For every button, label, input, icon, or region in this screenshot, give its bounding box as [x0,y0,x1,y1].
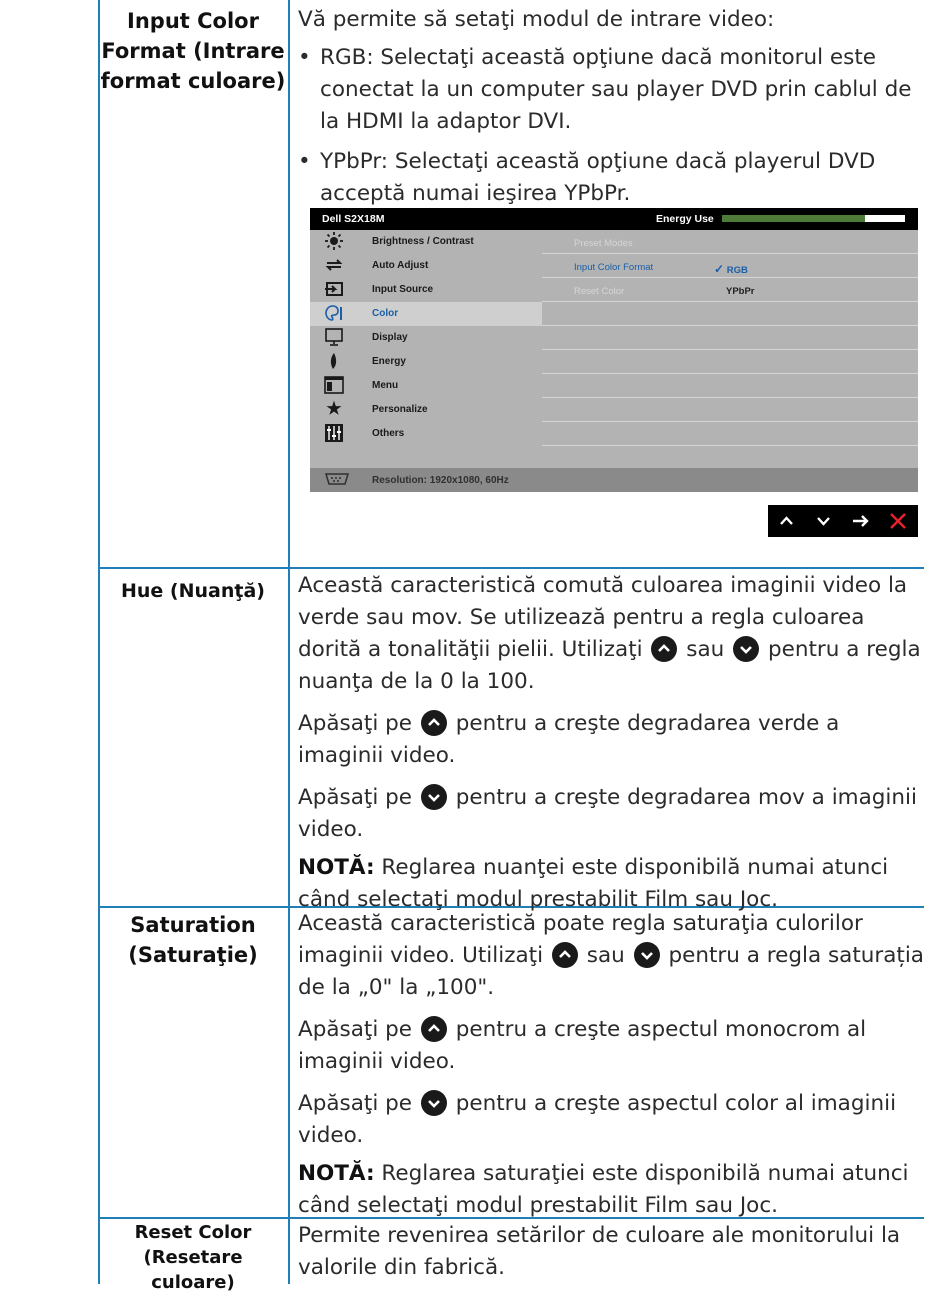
energy-use-label: Energy Use [656,213,714,225]
row-label-input-color-format: Input Color Format (Intrare format culoa… [100,9,286,93]
energy-use-bar [722,215,905,222]
vga-connector-icon [324,472,350,489]
osd-main-menu: Brightness / Contrast Auto Adjust Input … [310,230,542,468]
down-circle-icon [420,1090,447,1116]
sliders-icon [324,423,344,443]
right-button[interactable] [842,505,879,537]
row-label-hue: Hue (Nuanţă) [121,580,265,602]
monitor-icon [324,327,344,347]
color-palette-icon [324,303,344,323]
hue-paragraph-3: Apăsaţi pe pentru a creşte degradarea mo… [298,784,917,842]
saturation-paragraph-1: Această caracteristică poate regla satur… [298,911,924,1000]
input-source-icon [324,279,344,299]
osd-nav-buttons [768,505,918,537]
close-button[interactable] [879,505,916,537]
submenu-value-ypbpr[interactable]: YPbPr [726,286,755,297]
submenu-row-empty [542,398,918,422]
osd-model-name: Dell S2X18M [322,213,385,225]
up-circle-icon [651,636,678,662]
hue-note: NOTĂ: Reglarea nuanţei este disponibilă … [298,855,889,912]
intro-text: Vă permite să setaţi modul de intrare vi… [298,7,775,32]
menu-item-input-source[interactable]: Input Source [310,278,542,302]
up-circle-icon [420,1016,447,1042]
down-icon [817,517,830,526]
saturation-paragraph-2: Apăsaţi pe pentru a creşte aspectul mono… [298,1016,867,1074]
menu-item-brightness-contrast[interactable]: Brightness / Contrast [310,230,542,254]
table-column-divider [288,0,290,1284]
up-circle-icon [420,710,447,736]
saturation-note: NOTĂ: Reglarea saturaţiei este disponibi… [298,1161,909,1218]
right-arrow-icon [853,515,869,527]
up-circle-icon [551,942,578,968]
osd-header: Dell S2X18M Energy Use [310,208,918,230]
table-left-border [98,0,100,1284]
hue-paragraph-1: Această caracteristică comută culoarea i… [298,573,921,694]
menu-item-others[interactable]: Others [310,422,542,446]
down-circle-icon [733,636,760,662]
submenu-row-empty [542,326,918,350]
sun-icon [324,231,344,251]
energy-bar-fill [864,215,905,222]
resolution-text: Resolution: 1920x1080, 60Hz [372,475,509,486]
osd-menu-image: Dell S2X18M Energy Use Brightness / Cont… [310,208,918,492]
submenu-row-empty [542,302,918,326]
submenu-row-input-color-format[interactable]: Input Color Format ✓ RGB [542,254,918,278]
bullet-dot: • [298,149,311,174]
down-button[interactable] [805,505,842,537]
row-divider [98,567,924,569]
hue-paragraph-2: Apăsaţi pe pentru a creşte degradarea ve… [298,710,840,768]
leaf-icon [324,351,344,371]
menu-item-personalize[interactable]: ★ Personalize [310,398,542,422]
row-desc-saturation: Această caracteristică poate regla satur… [298,908,924,1222]
menu-item-auto-adjust[interactable]: Auto Adjust [310,254,542,278]
arrows-cycle-icon [324,255,344,275]
bullet-dot: • [298,45,311,70]
submenu-row-reset-color[interactable]: Reset Color YPbPr [542,278,918,302]
menu-item-energy[interactable]: Energy [310,350,542,374]
submenu-row-empty [542,374,918,398]
bullet-ypbpr: • YPbPr: Selectaţi această opţiune dacă … [298,146,924,210]
osd-submenu: Preset Modes Input Color Format ✓ RGB Re… [542,230,918,468]
submenu-value-rgb[interactable]: ✓ RGB [714,262,748,276]
check-icon: ✓ [714,262,725,276]
row-desc-reset-color: Permite revenirea setărilor de culoare a… [298,1223,901,1280]
down-circle-icon [420,784,447,810]
submenu-row-empty [542,422,918,446]
bullet-rgb: • RGB: Selectaţi această opţiune dacă mo… [298,42,924,138]
submenu-row-empty [542,350,918,374]
up-button[interactable] [768,505,805,537]
star-icon: ★ [326,399,342,418]
saturation-paragraph-3: Apăsaţi pe pentru a creşte aspectul colo… [298,1090,897,1148]
menu-window-icon [324,375,344,395]
row-label-saturation: Saturation (Saturaţie) [128,913,258,967]
down-circle-icon [633,942,660,968]
submenu-row-preset-modes[interactable]: Preset Modes [542,230,918,254]
menu-item-color[interactable]: Color [310,302,542,326]
up-icon [780,516,793,525]
row-desc-input-color-format: Vă permite să setaţi modul de intrare vi… [298,4,924,210]
close-icon [890,513,906,529]
row-desc-hue: Această caracteristică comută culoarea i… [298,570,924,916]
osd-footer: Resolution: 1920x1080, 60Hz [310,468,918,492]
menu-item-display[interactable]: Display [310,326,542,350]
menu-item-menu[interactable]: Menu [310,374,542,398]
